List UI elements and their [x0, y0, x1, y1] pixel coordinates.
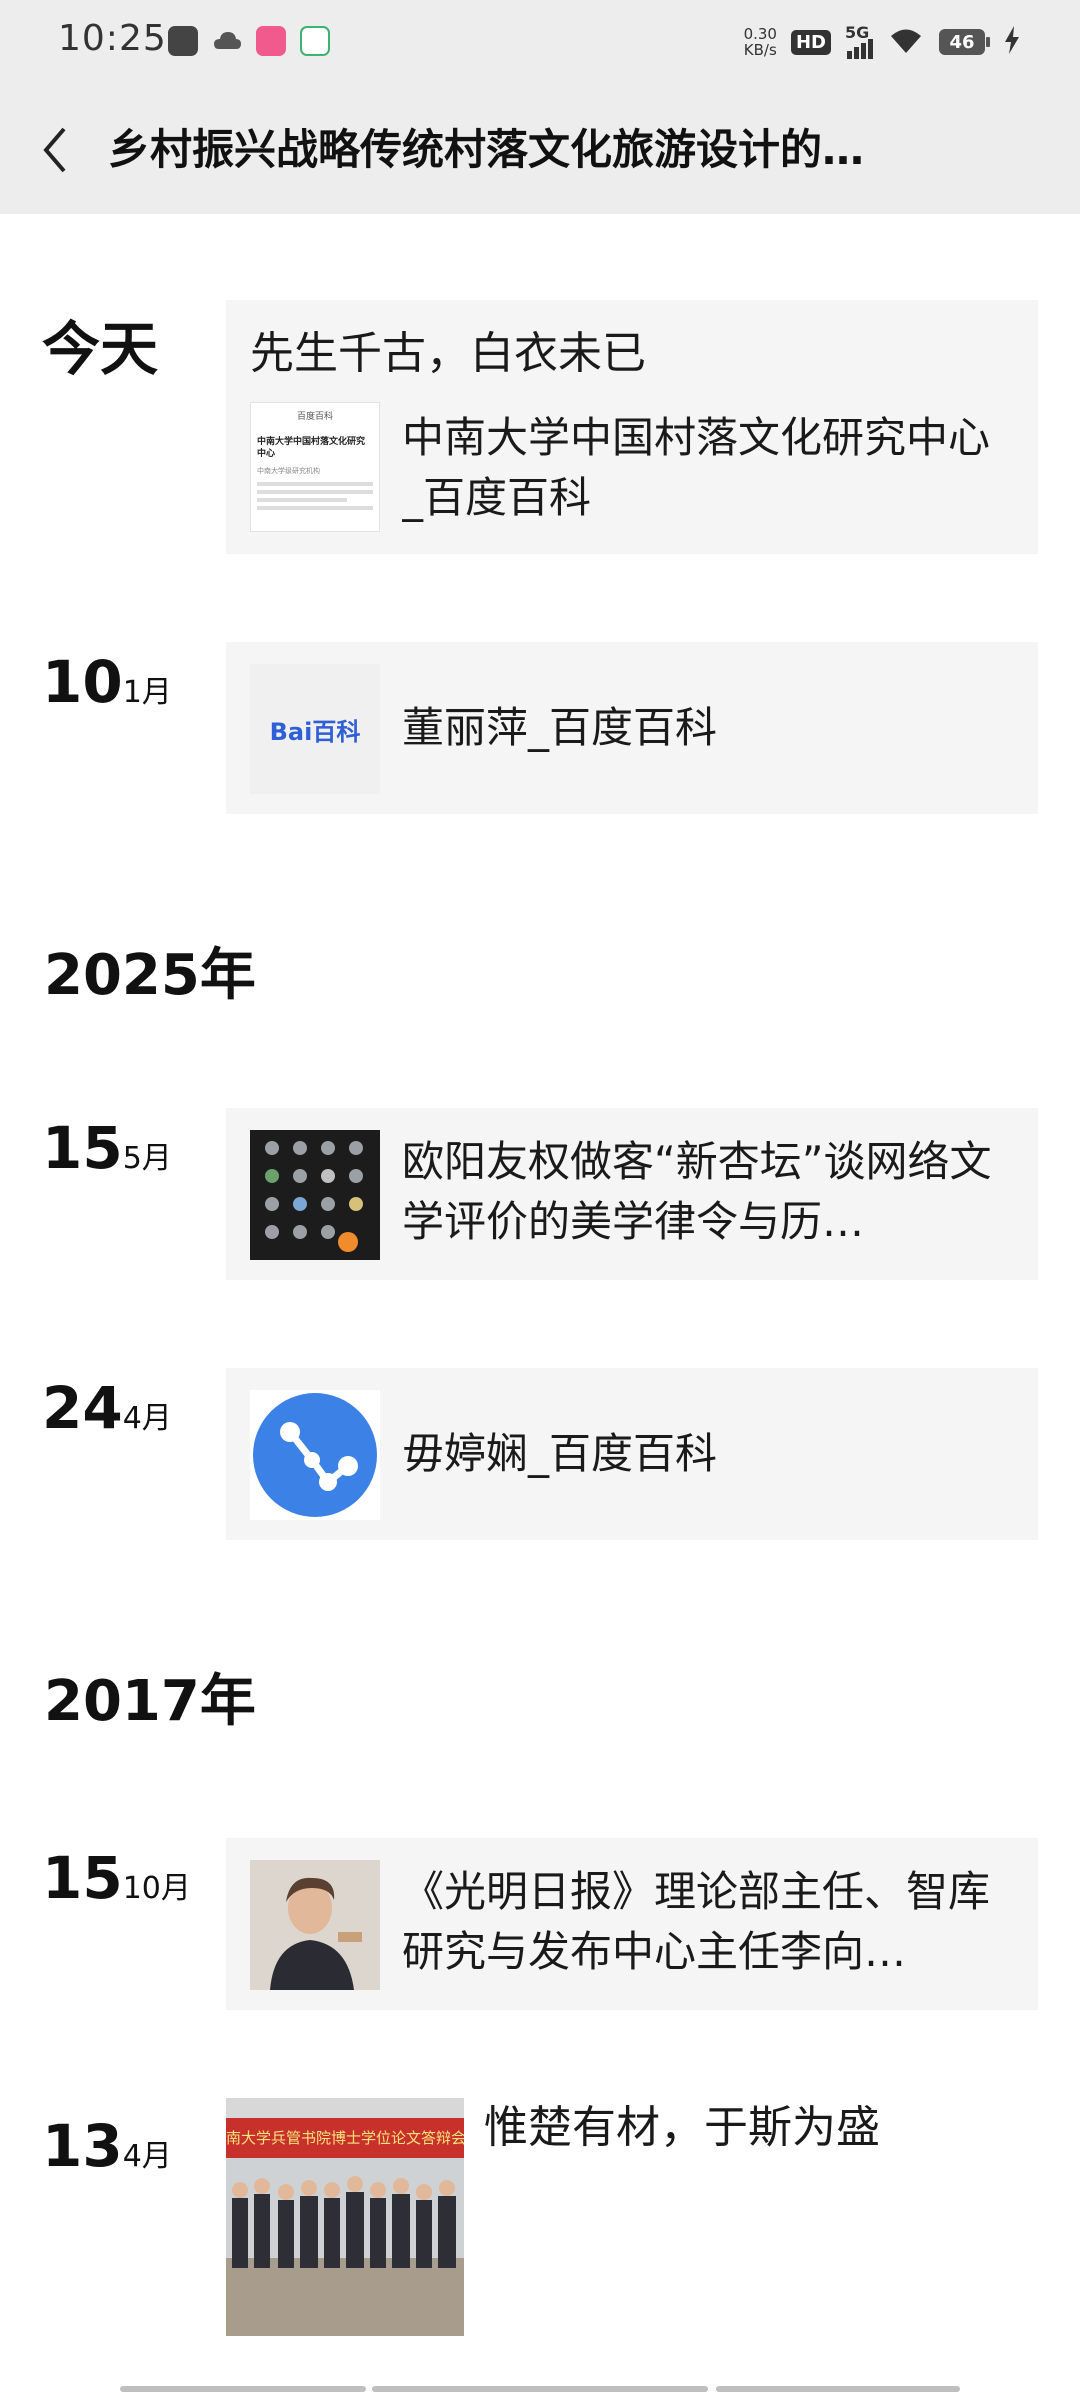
thumb-subheading: 中南大学级研究机构: [257, 467, 320, 475]
link-thumbnail: 百度百科 中南大学中国村落文化研究中心 中南大学级研究机构: [250, 402, 380, 532]
timeline-card-today[interactable]: 先生千古，白衣未已 百度百科 中南大学中国村落文化研究中心 中南大学级研究机构 …: [226, 300, 1038, 554]
post-title: 先生千古，白衣未已: [250, 328, 646, 379]
date-label-15-oct: 1510月: [42, 1844, 191, 1912]
knowledge-graph-icon: [250, 1390, 380, 1520]
year-label-2017: 2017年: [44, 1669, 256, 1734]
status-indicators: 0.30 KB/s HD 5G 46: [744, 20, 1020, 64]
status-time: 10:25: [58, 18, 167, 59]
date-label-15-may: 155月: [42, 1114, 172, 1182]
thumb-heading: 中南大学中国村落文化研究中心: [257, 437, 366, 459]
bilibili-app-icon: [256, 26, 286, 56]
group-photo[interactable]: 南大学兵管书院博士学位论文答辩会: [226, 2098, 464, 2336]
chevron-left-icon: [43, 127, 66, 173]
scroll-indicator: [120, 2386, 366, 2392]
chat-app-icon: [300, 26, 330, 56]
link-title: 欧阳友权做客“新杏坛”谈网络文学评价的美学律令与历…: [402, 1137, 992, 1246]
charging-icon: [1004, 26, 1020, 58]
portrait-thumbnail: [250, 1860, 380, 1990]
hd-badge: HD: [790, 29, 831, 55]
date-label-10-jan: 101月: [42, 648, 172, 716]
nav-bar: 乡村振兴战略传统村落文化旅游设计的…: [0, 84, 1080, 214]
baidu-baike-logo: Bai百科: [250, 664, 380, 794]
link-title: 毋婷娴_百度百科: [402, 1429, 718, 1478]
cloud-app-icon: [212, 26, 242, 56]
link-title: 中南大学中国村落文化研究中心_百度百科: [402, 413, 991, 522]
back-button[interactable]: [30, 120, 80, 180]
signal-icon: 5G: [845, 23, 873, 59]
timeline-card-10-jan[interactable]: Bai百科 董丽萍_百度百科: [226, 642, 1038, 814]
status-bar: 10:25 0.30 KB/s HD 5G 46: [0, 0, 1080, 84]
date-label-today: 今天: [42, 315, 159, 383]
year-label-2025: 2025年: [44, 943, 256, 1008]
scroll-indicator: [716, 2386, 960, 2392]
date-label-24-apr: 244月: [42, 1374, 172, 1442]
baidu-logo-icon: Bai百科: [269, 717, 361, 746]
signal-label: 5G: [845, 23, 870, 42]
net-speed: 0.30 KB/s: [744, 26, 777, 58]
timeline-card-24-apr[interactable]: 毋婷娴_百度百科: [226, 1368, 1038, 1540]
moon-phases-thumbnail: [250, 1130, 380, 1260]
battery-level: 46: [939, 29, 985, 55]
page-title: 乡村振兴战略传统村落文化旅游设计的…: [108, 125, 865, 174]
thumb-app-name: 百度百科: [296, 412, 333, 422]
battery-icon: 46: [939, 29, 990, 55]
link-title: 董丽萍_百度百科: [402, 703, 718, 752]
wifi-icon: [887, 25, 925, 59]
post-title: 惟楚有材，于斯为盛: [484, 2102, 880, 2153]
timeline-card-15-may[interactable]: 欧阳友权做客“新杏坛”谈网络文学评价的美学律令与历…: [226, 1108, 1038, 1280]
photo-banner: 南大学兵管书院博士学位论文答辩会: [226, 2118, 464, 2158]
date-label-13-apr: 134月: [42, 2112, 172, 2180]
net-speed-unit: KB/s: [743, 41, 777, 59]
net-speed-value: 0.30: [743, 25, 777, 43]
timeline-card-15-oct[interactable]: 《光明日报》理论部主任、智库研究与发布中心主任李向…: [226, 1838, 1038, 2010]
scroll-indicator: [372, 2386, 708, 2392]
message-app-icon: [168, 26, 198, 56]
link-title: 《光明日报》理论部主任、智库研究与发布中心主任李向…: [402, 1867, 991, 1976]
